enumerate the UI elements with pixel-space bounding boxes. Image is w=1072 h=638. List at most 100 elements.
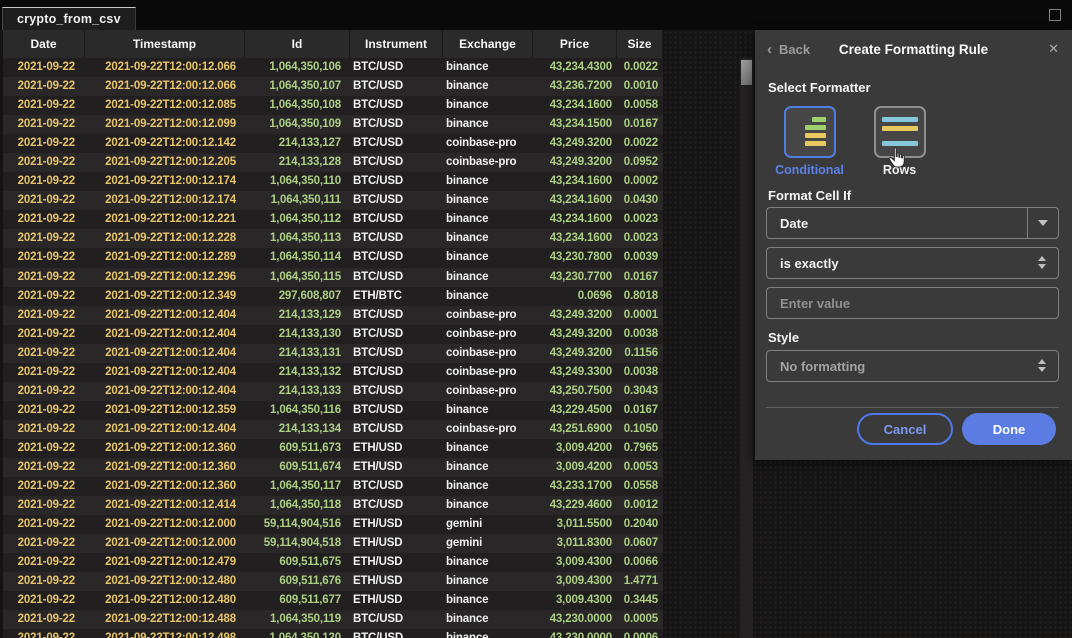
- cell-date[interactable]: 2021-09-22: [3, 496, 85, 515]
- cell-exchange[interactable]: binance: [443, 572, 533, 591]
- cell-size[interactable]: 0.0167: [617, 268, 663, 287]
- operator-select[interactable]: is exactly: [766, 247, 1059, 279]
- cell-date[interactable]: 2021-09-22: [3, 229, 85, 248]
- cell-price[interactable]: 43,234.1600: [533, 96, 617, 115]
- cell-date[interactable]: 2021-09-22: [3, 458, 85, 477]
- cell-size[interactable]: 0.0058: [617, 96, 663, 115]
- cell-date[interactable]: 2021-09-22: [3, 248, 85, 267]
- cell-id[interactable]: 609,511,677: [245, 591, 350, 610]
- cell-price[interactable]: 43,234.1600: [533, 191, 617, 210]
- cell-exchange[interactable]: binance: [443, 591, 533, 610]
- cell-exchange[interactable]: coinbase-pro: [443, 134, 533, 153]
- cell-timestamp[interactable]: 2021-09-22T12:00:12.404: [85, 344, 245, 363]
- cell-size[interactable]: 0.0022: [617, 134, 663, 153]
- cell-timestamp[interactable]: 2021-09-22T12:00:12.296: [85, 268, 245, 287]
- cell-id[interactable]: 1,064,350,110: [245, 172, 350, 191]
- cell-size[interactable]: 0.0039: [617, 248, 663, 267]
- table-row[interactable]: 2021-09-222021-09-22T12:00:12.2211,064,3…: [3, 210, 663, 229]
- cell-date[interactable]: 2021-09-22: [3, 629, 85, 638]
- value-input[interactable]: [767, 288, 1058, 318]
- cell-instrument[interactable]: BTC/USD: [350, 496, 443, 515]
- cell-size[interactable]: 0.0167: [617, 401, 663, 420]
- cell-id[interactable]: 1,064,350,114: [245, 248, 350, 267]
- cell-price[interactable]: 43,250.7500: [533, 382, 617, 401]
- cell-timestamp[interactable]: 2021-09-22T12:00:12.360: [85, 477, 245, 496]
- cell-exchange[interactable]: gemini: [443, 534, 533, 553]
- cell-date[interactable]: 2021-09-22: [3, 96, 85, 115]
- cell-exchange[interactable]: binance: [443, 248, 533, 267]
- cell-timestamp[interactable]: 2021-09-22T12:00:12.404: [85, 420, 245, 439]
- table-row[interactable]: 2021-09-222021-09-22T12:00:12.1741,064,3…: [3, 172, 663, 191]
- cell-size[interactable]: 0.7965: [617, 439, 663, 458]
- table-row[interactable]: 2021-09-222021-09-22T12:00:12.404214,133…: [3, 306, 663, 325]
- cell-id[interactable]: 1,064,350,113: [245, 229, 350, 248]
- cell-date[interactable]: 2021-09-22: [3, 553, 85, 572]
- cell-price[interactable]: 3,011.5500: [533, 515, 617, 534]
- table-row[interactable]: 2021-09-222021-09-22T12:00:12.2281,064,3…: [3, 229, 663, 248]
- cell-id[interactable]: 1,064,350,119: [245, 610, 350, 629]
- cell-instrument[interactable]: BTC/USD: [350, 96, 443, 115]
- cell-timestamp[interactable]: 2021-09-22T12:00:12.066: [85, 77, 245, 96]
- table-row[interactable]: 2021-09-222021-09-22T12:00:12.0851,064,3…: [3, 96, 663, 115]
- cell-price[interactable]: 43,249.3200: [533, 344, 617, 363]
- cell-date[interactable]: 2021-09-22: [3, 210, 85, 229]
- cell-instrument[interactable]: BTC/USD: [350, 248, 443, 267]
- table-row[interactable]: 2021-09-222021-09-22T12:00:12.4141,064,3…: [3, 496, 663, 515]
- cell-date[interactable]: 2021-09-22: [3, 534, 85, 553]
- cell-id[interactable]: 214,133,131: [245, 344, 350, 363]
- cell-instrument[interactable]: BTC/USD: [350, 344, 443, 363]
- cell-price[interactable]: 43,234.4300: [533, 58, 617, 77]
- cell-timestamp[interactable]: 2021-09-22T12:00:12.488: [85, 610, 245, 629]
- cell-size[interactable]: 0.0952: [617, 153, 663, 172]
- cell-id[interactable]: 214,133,132: [245, 363, 350, 382]
- cell-instrument[interactable]: BTC/USD: [350, 134, 443, 153]
- column-select[interactable]: Date: [766, 207, 1059, 239]
- cell-instrument[interactable]: BTC/USD: [350, 58, 443, 77]
- cell-timestamp[interactable]: 2021-09-22T12:00:12.360: [85, 439, 245, 458]
- cell-id[interactable]: 1,064,350,108: [245, 96, 350, 115]
- cell-timestamp[interactable]: 2021-09-22T12:00:12.479: [85, 553, 245, 572]
- cell-size[interactable]: 0.0607: [617, 534, 663, 553]
- cell-price[interactable]: 43,249.3200: [533, 153, 617, 172]
- table-row[interactable]: 2021-09-222021-09-22T12:00:12.3591,064,3…: [3, 401, 663, 420]
- cell-size[interactable]: 0.0012: [617, 496, 663, 515]
- cell-exchange[interactable]: binance: [443, 115, 533, 134]
- cell-exchange[interactable]: coinbase-pro: [443, 382, 533, 401]
- table-row[interactable]: 2021-09-222021-09-22T12:00:12.00059,114,…: [3, 534, 663, 553]
- cell-price[interactable]: 3,009.4300: [533, 572, 617, 591]
- cell-date[interactable]: 2021-09-22: [3, 515, 85, 534]
- cell-id[interactable]: 1,064,350,112: [245, 210, 350, 229]
- cell-exchange[interactable]: coinbase-pro: [443, 306, 533, 325]
- cancel-button[interactable]: Cancel: [857, 413, 953, 445]
- cell-instrument[interactable]: ETH/USD: [350, 534, 443, 553]
- cell-timestamp[interactable]: 2021-09-22T12:00:12.142: [85, 134, 245, 153]
- cell-date[interactable]: 2021-09-22: [3, 382, 85, 401]
- column-header-timestamp[interactable]: Timestamp: [85, 30, 245, 58]
- cell-timestamp[interactable]: 2021-09-22T12:00:12.205: [85, 153, 245, 172]
- cell-date[interactable]: 2021-09-22: [3, 401, 85, 420]
- cell-date[interactable]: 2021-09-22: [3, 306, 85, 325]
- cell-exchange[interactable]: binance: [443, 96, 533, 115]
- cell-date[interactable]: 2021-09-22: [3, 572, 85, 591]
- cell-exchange[interactable]: coinbase-pro: [443, 325, 533, 344]
- cell-price[interactable]: 43,234.1500: [533, 115, 617, 134]
- cell-price[interactable]: 43,236.7200: [533, 77, 617, 96]
- cell-instrument[interactable]: BTC/USD: [350, 191, 443, 210]
- table-row[interactable]: 2021-09-222021-09-22T12:00:12.4881,064,3…: [3, 610, 663, 629]
- cell-size[interactable]: 0.3043: [617, 382, 663, 401]
- cell-exchange[interactable]: coinbase-pro: [443, 363, 533, 382]
- table-row[interactable]: 2021-09-222021-09-22T12:00:12.0991,064,3…: [3, 115, 663, 134]
- cell-timestamp[interactable]: 2021-09-22T12:00:12.349: [85, 287, 245, 306]
- table-row[interactable]: 2021-09-222021-09-22T12:00:12.0661,064,3…: [3, 58, 663, 77]
- cell-exchange[interactable]: coinbase-pro: [443, 420, 533, 439]
- cell-price[interactable]: 43,230.7800: [533, 248, 617, 267]
- cell-size[interactable]: 0.1156: [617, 344, 663, 363]
- cell-instrument[interactable]: BTC/USD: [350, 172, 443, 191]
- cell-exchange[interactable]: binance: [443, 268, 533, 287]
- cell-price[interactable]: 43,229.4500: [533, 401, 617, 420]
- cell-id[interactable]: 214,133,128: [245, 153, 350, 172]
- table-row[interactable]: 2021-09-222021-09-22T12:00:12.00059,114,…: [3, 515, 663, 534]
- table-row[interactable]: 2021-09-222021-09-22T12:00:12.404214,133…: [3, 363, 663, 382]
- cell-date[interactable]: 2021-09-22: [3, 134, 85, 153]
- cell-price[interactable]: 43,230.0000: [533, 610, 617, 629]
